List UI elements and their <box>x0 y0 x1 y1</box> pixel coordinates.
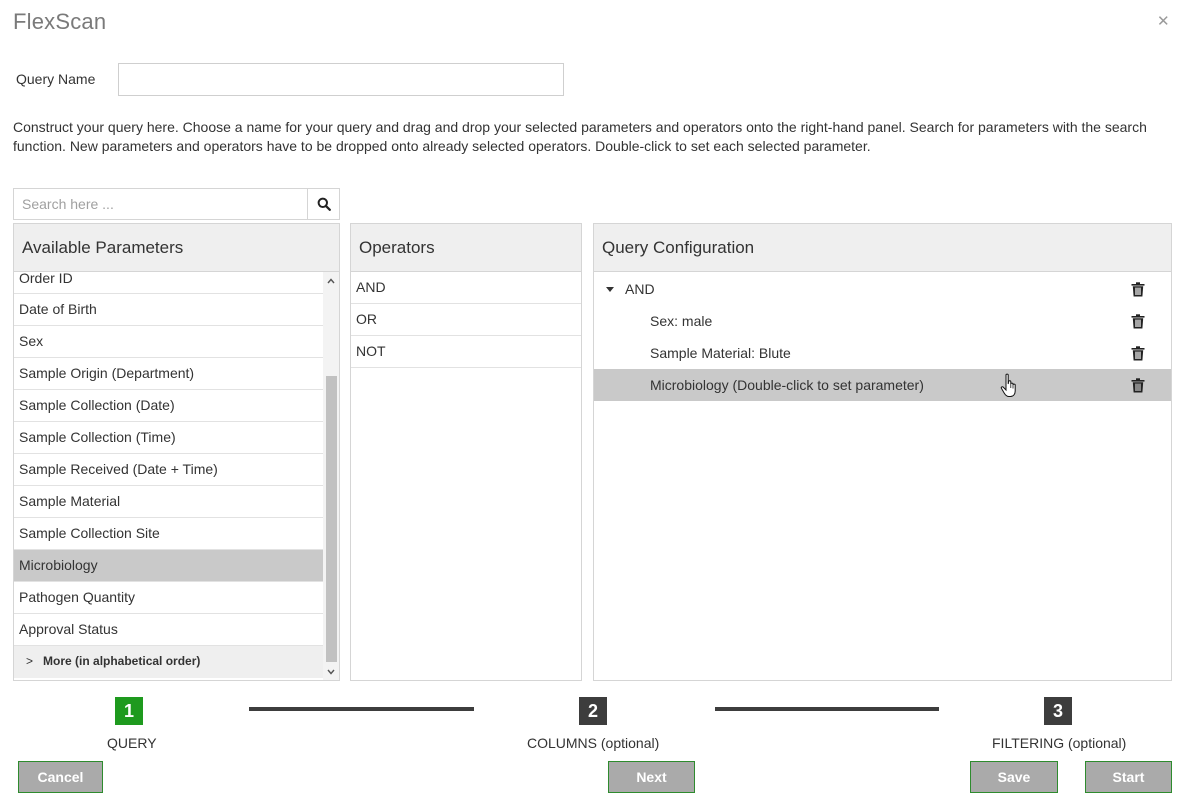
operators-title: Operators <box>351 224 581 272</box>
caret-down-icon[interactable] <box>606 287 614 292</box>
query-configuration-panel: Query Configuration AND Sex: male Sample… <box>593 223 1172 681</box>
query-node-child[interactable]: Sex: male <box>594 305 1171 337</box>
query-name-label: Query Name <box>16 71 96 87</box>
parameter-item[interactable]: Sex <box>14 326 323 358</box>
step-connector-2 <box>715 707 939 711</box>
dialog-title: FlexScan <box>13 9 107 34</box>
query-configuration-title: Query Configuration <box>594 224 1171 272</box>
step-2-label: COLUMNS (optional) <box>527 735 660 751</box>
parameter-item[interactable]: Order ID <box>14 272 323 294</box>
parameter-item[interactable]: Approval Status <box>14 614 323 646</box>
parameter-item[interactable]: Sample Received (Date + Time) <box>14 454 323 486</box>
scroll-up-icon[interactable] <box>323 274 339 288</box>
step-3-label: FILTERING (optional) <box>992 735 1127 751</box>
search-input[interactable] <box>14 189 307 219</box>
query-node-label: Sex: male <box>650 313 713 329</box>
query-node-label: Microbiology (Double-click to set parame… <box>650 377 924 393</box>
trash-icon[interactable] <box>1131 282 1145 297</box>
parameter-item[interactable]: Sample Material <box>14 486 323 518</box>
operator-item-or[interactable]: OR <box>351 304 581 336</box>
search-icon <box>317 197 331 211</box>
query-name-input[interactable] <box>118 63 564 96</box>
parameter-item[interactable]: Sample Collection Site <box>14 518 323 550</box>
more-parameters-label: More (in alphabetical order) <box>43 654 201 668</box>
step-3-badge: 3 <box>1044 697 1072 725</box>
operator-item-not[interactable]: NOT <box>351 336 581 368</box>
instructions-text: Construct your query here. Choose a name… <box>13 119 1147 154</box>
chevron-right-icon: > <box>26 654 34 668</box>
hand-pointer-icon <box>1000 373 1016 397</box>
query-node-label: Sample Material: Blute <box>650 345 791 361</box>
trash-icon[interactable] <box>1131 346 1145 361</box>
parameter-item[interactable]: Sample Collection (Time) <box>14 422 323 454</box>
query-node-root[interactable]: AND <box>594 273 1171 305</box>
cancel-button[interactable]: Cancel <box>18 761 103 793</box>
parameter-item[interactable]: Sample Origin (Department) <box>14 358 323 390</box>
parameter-item[interactable]: Pathogen Quantity <box>14 582 323 614</box>
parameter-item[interactable]: Date of Birth <box>14 294 323 326</box>
query-node-child[interactable]: Sample Material: Blute <box>594 337 1171 369</box>
search-button[interactable] <box>307 189 339 219</box>
parameter-item-selected[interactable]: Microbiology <box>14 550 323 582</box>
scroll-down-icon[interactable] <box>323 665 339 679</box>
step-1-label: QUERY <box>107 735 157 751</box>
trash-icon[interactable] <box>1131 378 1145 393</box>
operator-item-and[interactable]: AND <box>351 272 581 304</box>
save-button[interactable]: Save <box>970 761 1058 793</box>
trash-icon[interactable] <box>1131 314 1145 329</box>
step-1-badge: 1 <box>115 697 143 725</box>
next-button[interactable]: Next <box>608 761 695 793</box>
step-2-badge: 2 <box>579 697 607 725</box>
close-icon[interactable]: ✕ <box>1157 12 1170 30</box>
parameter-item[interactable]: Sample Collection (Date) <box>14 390 323 422</box>
search-box <box>13 188 340 220</box>
available-parameters-title: Available Parameters <box>14 224 339 272</box>
start-button[interactable]: Start <box>1085 761 1172 793</box>
scrollbar-thumb[interactable] <box>326 376 337 662</box>
query-node-label: AND <box>625 281 655 297</box>
available-parameters-list: Order ID Date of Birth Sex Sample Origin… <box>14 272 323 680</box>
parameters-scrollbar[interactable] <box>323 272 339 680</box>
step-connector-1 <box>249 707 474 711</box>
available-parameters-panel: Available Parameters Order ID Date of Bi… <box>13 223 340 681</box>
query-node-child-selected[interactable]: Microbiology (Double-click to set parame… <box>594 369 1171 401</box>
more-parameters-toggle[interactable]: > More (in alphabetical order) <box>14 646 323 678</box>
operators-panel: Operators AND OR NOT <box>350 223 582 681</box>
